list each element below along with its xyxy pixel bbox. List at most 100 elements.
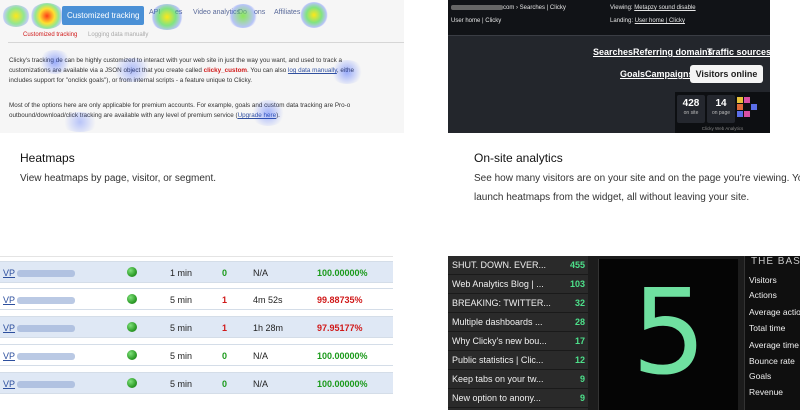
premium-paragraph: Most of the options here are only applic… xyxy=(9,101,404,121)
duration-cell: 1h 28m xyxy=(253,323,284,333)
nav-tab-ons[interactable]: ons xyxy=(254,9,265,16)
visitor-id: VP xyxy=(3,268,16,278)
para-text: outbound/download/click tracking are ava… xyxy=(9,112,238,119)
onsite-analytics-screenshot: com › Searches | Clicky User home | Clic… xyxy=(448,0,770,133)
referring-domains-link[interactable]: Referring domains xyxy=(633,47,713,57)
percent-cell: 99.88735% xyxy=(317,295,363,305)
page-title: Keep tabs on your tw... xyxy=(452,374,544,384)
nav-tab-video-analytics[interactable]: Video analytics xyxy=(193,9,240,16)
list-item[interactable]: Multiple dashboards ... 28 xyxy=(448,313,588,332)
page-title: Web Analytics Blog | ... xyxy=(452,279,544,289)
visitor-id: VP xyxy=(3,323,16,333)
onsite-widget: 428 on site 14 on page Clicky Web Analyt… xyxy=(675,92,770,133)
campaigns-link[interactable]: Campaigns xyxy=(645,69,694,79)
visitor-link[interactable]: VP xyxy=(3,323,76,333)
visitor-link[interactable]: VP xyxy=(3,379,76,389)
time-cell: 5 min xyxy=(170,379,193,389)
heatmap-nav: Customized tracking API es Video analyti… xyxy=(0,6,404,26)
heatmap-icon[interactable] xyxy=(737,97,761,121)
online-status-icon xyxy=(127,378,137,388)
landing-link[interactable]: User home | Clicky xyxy=(635,18,685,24)
table-row[interactable]: VP 5 min 0 N/A 100.00000% xyxy=(0,344,393,366)
actions-cell: 0 xyxy=(222,268,228,278)
visitor-count: 32 xyxy=(574,298,585,308)
para-text: ). xyxy=(276,112,280,119)
metric-label[interactable]: Average actio xyxy=(749,307,800,317)
nav-tab-do[interactable]: Do xyxy=(238,9,247,16)
list-item[interactable]: Why Clicky's new bou... 17 xyxy=(448,332,588,351)
widget-footer: Clicky Web Analytics xyxy=(701,126,744,131)
traffic-sources-link[interactable]: Traffic sources xyxy=(707,47,770,57)
recent-page-2[interactable]: User home | Clicky xyxy=(451,18,501,24)
list-item[interactable]: BREAKING: TWITTER... 32 xyxy=(448,294,588,313)
list-item[interactable]: Web Analytics Blog | ... 103 xyxy=(448,275,588,294)
duration-cell: 4m 52s xyxy=(253,295,283,305)
metric-label[interactable]: Revenue xyxy=(749,387,783,397)
table-row[interactable]: VP 5 min 0 N/A 100.00000% xyxy=(0,372,393,394)
time-cell: 5 min xyxy=(170,295,193,305)
realtime-dashboard: SHUT. DOWN. EVER... 455 Web Analytics Blog… xyxy=(448,256,800,410)
upgrade-link[interactable]: Upgrade here xyxy=(238,112,277,119)
metric-label[interactable]: Bounce rate xyxy=(749,356,795,366)
page-title: BREAKING: TWITTER... xyxy=(452,298,551,308)
visitor-link[interactable]: VP xyxy=(3,351,76,361)
metric-label[interactable]: Average time xyxy=(749,340,799,350)
goals-link[interactable]: Goals xyxy=(620,69,645,79)
list-item[interactable]: Public statistics | Clic... 12 xyxy=(448,351,588,370)
visitor-link[interactable]: VP xyxy=(3,295,76,305)
metric-label[interactable]: Total time xyxy=(749,323,785,333)
table-row[interactable]: VP 5 min 1 1h 28m 97.95177% xyxy=(0,316,393,338)
nav-tab-es[interactable]: es xyxy=(175,9,182,16)
nav-tab-affiliates[interactable]: Affiliates xyxy=(274,9,300,16)
visitor-count: 17 xyxy=(574,336,585,346)
redacted-block xyxy=(17,381,76,389)
percent-cell: 100.00000% xyxy=(317,268,368,278)
nav-tab-api[interactable]: API xyxy=(149,9,160,16)
time-cell: 5 min xyxy=(170,351,193,361)
heatmap-screenshot: Customized tracking API es Video analyti… xyxy=(0,0,404,133)
actions-cell: 0 xyxy=(222,379,228,389)
list-item[interactable]: Keep tabs on your tw... 9 xyxy=(448,370,588,389)
redacted-block xyxy=(451,5,503,10)
visitor-id: VP xyxy=(3,379,16,389)
online-status-icon xyxy=(127,322,137,332)
on-page-stat[interactable]: 14 on page xyxy=(707,95,735,123)
top-pages-list: SHUT. DOWN. EVER... 455 Web Analytics Blog… xyxy=(448,256,588,410)
heatmaps-title: Heatmaps xyxy=(20,151,75,165)
table-row[interactable]: VP 5 min 1 4m 52s 99.88735% xyxy=(0,288,393,310)
subnav-logging-data-manually[interactable]: Logging data manually xyxy=(88,32,148,38)
para-text: de can be highly customized to interact … xyxy=(55,57,343,64)
actions-cell: 1 xyxy=(222,323,228,333)
visitors-table: VP 1 min 0 N/A 100.00000% VP 5 min 1 4m 52s 99.88… xyxy=(0,256,393,410)
visitor-link[interactable]: VP xyxy=(3,268,76,278)
table-row[interactable]: VP 1 min 0 N/A 100.00000% xyxy=(0,261,393,283)
log-data-link[interactable]: log data manually xyxy=(288,67,337,74)
visitor-id: VP xyxy=(3,295,16,305)
actions-cell: 1 xyxy=(222,295,228,305)
recent-page-1[interactable]: com › Searches | Clicky xyxy=(451,5,566,11)
visitor-info-box: com › Searches | Clicky User home | Clic… xyxy=(448,0,770,36)
list-item[interactable]: SHUT. DOWN. EVER... 455 xyxy=(448,256,588,275)
redacted-block xyxy=(17,270,76,278)
metric-label[interactable]: Goals xyxy=(749,371,771,381)
metric-label[interactable]: Actions xyxy=(749,290,777,300)
onsite-description-line2: launch heatmaps from the widget, all wit… xyxy=(474,192,750,203)
on-site-stat[interactable]: 428 on site xyxy=(677,95,705,123)
searches-link[interactable]: Searches xyxy=(593,47,633,57)
list-item[interactable]: New option to anony... 9 xyxy=(448,389,588,408)
visitors-online-button[interactable]: Visitors online xyxy=(690,65,763,83)
percent-cell: 100.00000% xyxy=(317,379,368,389)
subnav-customized-tracking[interactable]: Customized tracking xyxy=(23,32,77,38)
page-title: Why Clicky's new bou... xyxy=(452,336,547,346)
big-number: 5 xyxy=(631,263,707,401)
nav-tab-customized-tracking[interactable]: Customized tracking xyxy=(62,6,145,25)
big-number-panel: 5 xyxy=(598,259,738,410)
viewing-link[interactable]: Metapzy sound disable xyxy=(634,5,695,11)
onsite-description-line1: See how many visitors are on your site a… xyxy=(474,173,800,184)
metric-label[interactable]: Visitors xyxy=(749,275,777,285)
online-status-icon xyxy=(127,267,137,277)
page-title-text: com › Searches | Clicky xyxy=(503,5,566,12)
percent-cell: 100.00000% xyxy=(317,351,368,361)
visitor-id: VP xyxy=(3,351,16,361)
intro-paragraph: Clicky's tracking de can be highly custo… xyxy=(9,56,404,86)
